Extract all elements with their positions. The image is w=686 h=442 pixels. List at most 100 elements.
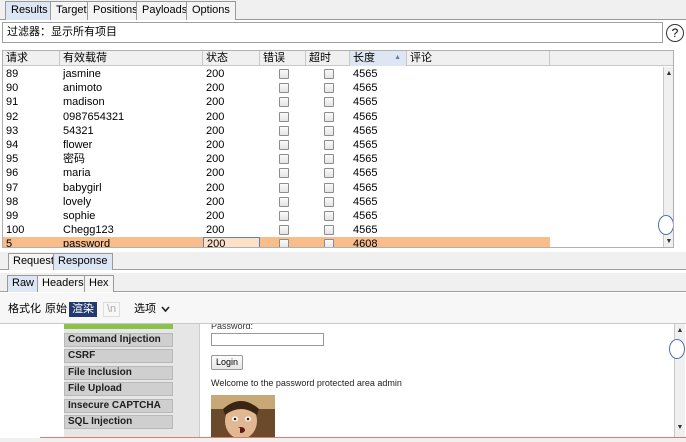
timeout-checkbox[interactable]	[324, 239, 334, 247]
password-field[interactable]	[211, 333, 324, 346]
cell-status: 200	[206, 224, 225, 237]
menu-item-csrf[interactable]: CSRF	[64, 349, 173, 363]
cell-request: 100	[6, 224, 25, 237]
error-checkbox[interactable]	[279, 196, 289, 207]
login-button[interactable]: Login	[211, 355, 244, 370]
scroll-down-icon[interactable]: ▼	[664, 237, 673, 247]
column-header-comment[interactable]: 评论	[407, 51, 550, 66]
error-checkbox[interactable]	[279, 168, 289, 179]
table-row[interactable]: 98 lovely 200 4565	[3, 195, 550, 209]
newline-toggle[interactable]: \n	[103, 302, 121, 317]
user-avatar-image	[211, 395, 275, 437]
error-checkbox[interactable]	[279, 69, 289, 79]
tab-response[interactable]: Response	[53, 253, 113, 270]
help-icon[interactable]: ?	[666, 24, 684, 42]
column-header-length[interactable]: 长度 ▲	[350, 51, 407, 66]
column-header-error[interactable]: 错误	[260, 51, 306, 66]
timeout-checkbox[interactable]	[324, 83, 334, 94]
timeout-checkbox[interactable]	[324, 125, 334, 136]
options-dropdown[interactable]: 选项	[134, 302, 170, 317]
timeout-checkbox[interactable]	[324, 196, 334, 207]
cell-status: 200	[206, 110, 225, 123]
scroll-up-icon[interactable]: ▲	[664, 69, 673, 79]
timeout-checkbox[interactable]	[324, 97, 334, 108]
table-row[interactable]: 94 flower 200 4565	[3, 138, 550, 152]
results-filter-bar[interactable]: 过滤器：显示所有项目	[2, 22, 663, 43]
menu-item-sql-injection[interactable]: SQL Injection	[64, 415, 173, 429]
cell-payload: 密码	[63, 153, 85, 166]
timeout-checkbox[interactable]	[324, 111, 334, 122]
menu-item-command-injection[interactable]: Command Injection	[64, 333, 173, 347]
table-row[interactable]: 91 madison 200 4565	[3, 95, 550, 109]
table-row[interactable]: 93 54321 200 4565	[3, 124, 550, 138]
cell-length: 4565	[353, 110, 378, 123]
render-button[interactable]: 渲染	[69, 302, 97, 317]
timeout-checkbox[interactable]	[324, 210, 334, 221]
cell-length: 4565	[353, 153, 378, 166]
render-scroll-thumb[interactable]	[669, 339, 685, 359]
timeout-checkbox[interactable]	[324, 154, 334, 165]
error-checkbox[interactable]	[279, 97, 289, 108]
cell-length: 4565	[353, 195, 378, 208]
table-row[interactable]: 90 animoto 200 4565	[3, 81, 550, 95]
column-header-status[interactable]: 状态	[203, 51, 260, 66]
scroll-thumb[interactable]	[658, 215, 673, 235]
cell-status: 200	[206, 153, 225, 166]
raw-button[interactable]: 原始	[45, 302, 67, 317]
tab-options[interactable]: Options	[186, 1, 236, 20]
pretty-button[interactable]: 格式化	[8, 302, 41, 317]
response-toolbar: 格式化 原始 渲染 \n 选项	[0, 293, 686, 323]
table-row[interactable]: 95 密码 200 4565	[3, 152, 550, 166]
cell-payload: animoto	[63, 82, 103, 95]
timeout-checkbox[interactable]	[324, 69, 334, 79]
render-scroll-up-icon[interactable]: ▲	[675, 326, 685, 336]
error-checkbox[interactable]	[279, 125, 289, 136]
error-checkbox[interactable]	[279, 111, 289, 122]
table-row[interactable]: 96 maria 200 4565	[3, 166, 550, 180]
table-row[interactable]: 5 password 200 4608	[3, 237, 550, 248]
tab-results[interactable]: Results	[5, 1, 54, 20]
response-view-tab-bar: Raw Headers Hex	[0, 273, 686, 292]
tab-request[interactable]: Request	[8, 253, 59, 270]
tab-raw[interactable]: Raw	[7, 275, 40, 292]
cell-payload: maria	[63, 167, 91, 180]
timeout-checkbox[interactable]	[324, 182, 334, 193]
cell-payload: sophie	[63, 209, 96, 222]
error-checkbox[interactable]	[279, 154, 289, 165]
cell-payload: Chegg123	[63, 224, 114, 237]
cell-status: 200	[206, 138, 225, 151]
error-checkbox[interactable]	[279, 182, 289, 193]
table-header: 请求 有效载荷 状态 错误 超时 长度 ▲ 评论	[3, 51, 673, 66]
timeout-checkbox[interactable]	[324, 225, 334, 236]
cell-length: 4608	[353, 238, 378, 248]
column-header-payload[interactable]: 有效载荷	[60, 51, 203, 66]
error-checkbox[interactable]	[279, 139, 289, 150]
tab-hex[interactable]: Hex	[84, 275, 114, 292]
error-checkbox[interactable]	[279, 83, 289, 94]
table-row[interactable]: 89 jasmine 200 4565	[3, 67, 550, 81]
table-row[interactable]: 92 0987654321 200 4565	[3, 110, 550, 124]
timeout-checkbox[interactable]	[324, 168, 334, 179]
menu-item-insecure-captcha[interactable]: Insecure CAPTCHA	[64, 399, 173, 413]
table-row[interactable]: 100 Chegg123 200 4565	[3, 223, 550, 237]
cell-request: 90	[6, 82, 19, 95]
render-scrollbar[interactable]: ▲ ▼	[669, 324, 685, 437]
error-checkbox[interactable]	[279, 239, 289, 247]
timeout-checkbox[interactable]	[324, 139, 334, 150]
column-header-request[interactable]: 请求	[3, 51, 60, 66]
menu-item-file-upload[interactable]: File Upload	[64, 382, 173, 396]
cell-length: 4565	[353, 181, 378, 194]
menu-item-file-inclusion[interactable]: File Inclusion	[64, 366, 173, 380]
tab-payloads[interactable]: Payloads	[136, 1, 194, 20]
error-checkbox[interactable]	[279, 210, 289, 221]
tab-headers[interactable]: Headers	[37, 275, 89, 292]
cell-length: 4565	[353, 209, 378, 222]
table-row[interactable]: 97 babygirl 200 4565	[3, 181, 550, 195]
render-scroll-down-icon[interactable]: ▼	[675, 423, 685, 433]
table-row[interactable]: 99 sophie 200 4565	[3, 209, 550, 223]
column-header-timeout[interactable]: 超时	[306, 51, 350, 66]
cell-payload: 54321	[63, 124, 94, 137]
error-checkbox[interactable]	[279, 225, 289, 236]
cell-status: 200	[206, 68, 225, 80]
results-scrollbar[interactable]: ▲ ▼	[658, 67, 673, 247]
